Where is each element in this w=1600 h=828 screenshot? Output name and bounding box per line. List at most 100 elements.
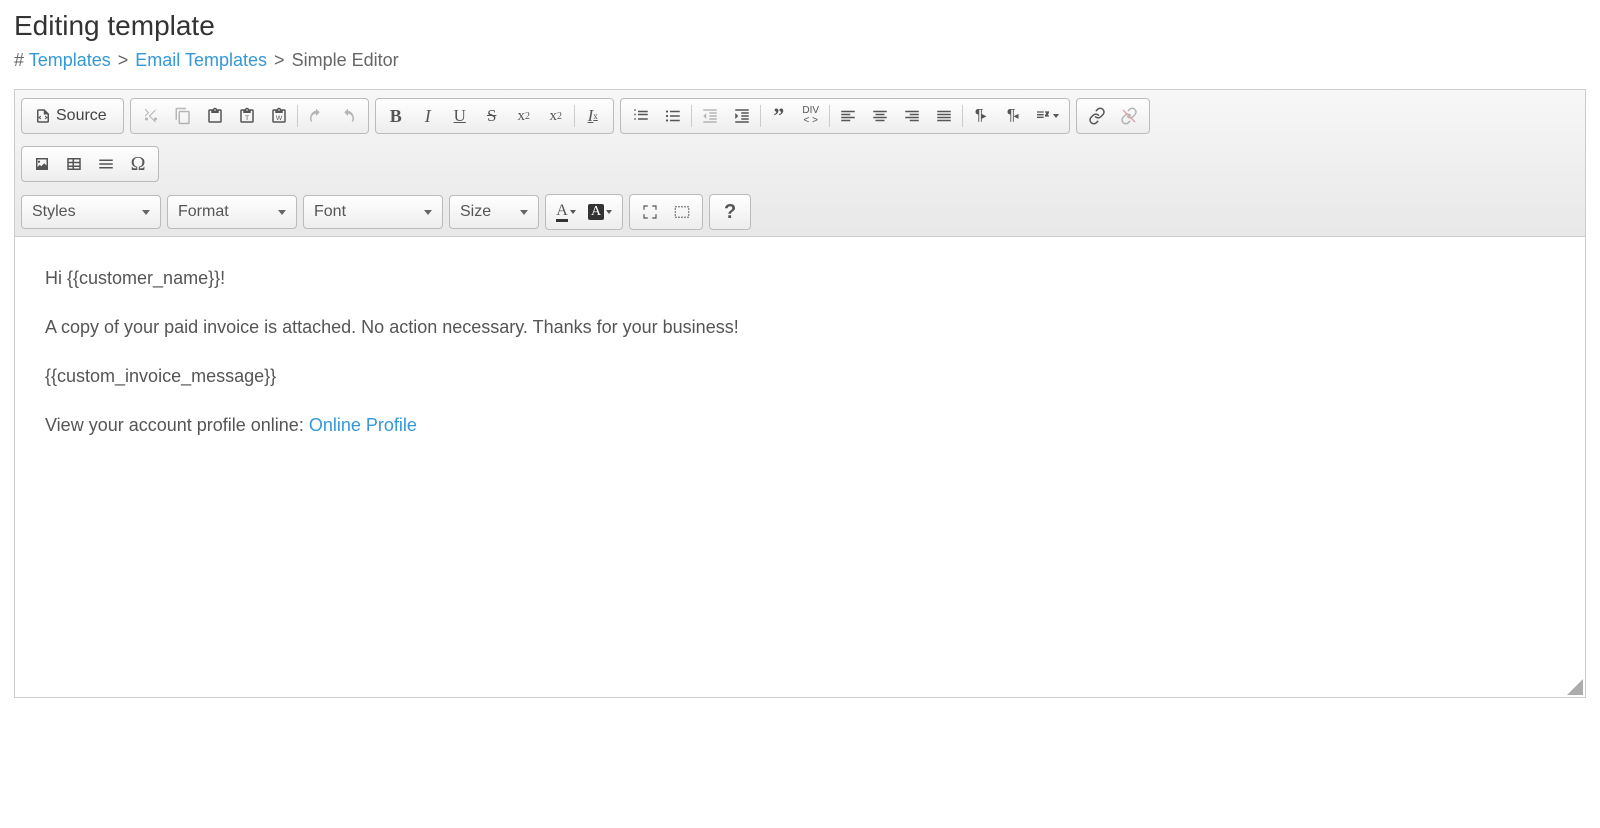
paste-button[interactable] — [199, 102, 231, 130]
image-icon — [33, 155, 51, 173]
caret-down-icon — [142, 210, 150, 215]
horizontal-rule-button[interactable] — [90, 150, 122, 178]
link-icon — [1088, 107, 1106, 125]
source-button[interactable]: Source — [26, 102, 119, 130]
subscript-button[interactable]: x2 — [508, 102, 540, 130]
ltr-button[interactable]: ¶▸ — [965, 102, 997, 130]
align-right-icon — [903, 107, 921, 125]
online-profile-link[interactable]: Online Profile — [309, 415, 417, 435]
italic-button[interactable]: I — [412, 102, 444, 130]
svg-text:W: W — [276, 115, 283, 122]
remove-format-button[interactable]: Ix — [577, 102, 609, 130]
show-blocks-icon — [673, 203, 691, 221]
align-center-icon — [871, 107, 889, 125]
breadcrumb-email-templates[interactable]: Email Templates — [135, 50, 267, 70]
group-text-format: B I U S x2 x2 Ix — [375, 98, 614, 134]
align-center-button[interactable] — [864, 102, 896, 130]
numbered-list-icon — [632, 107, 650, 125]
redo-icon — [339, 107, 357, 125]
separator — [829, 105, 830, 127]
source-label: Source — [52, 107, 111, 125]
bold-button[interactable]: B — [380, 102, 412, 130]
separator — [760, 105, 761, 127]
outdent-button[interactable] — [694, 102, 726, 130]
content-paragraph: View your account profile online: Online… — [45, 412, 1555, 439]
paste-word-icon: W — [270, 107, 288, 125]
editor-content-area[interactable]: Hi {{customer_name}}! A copy of your pai… — [15, 237, 1585, 697]
undo-button[interactable] — [300, 102, 332, 130]
language-button[interactable] — [1029, 102, 1065, 130]
copy-icon — [174, 107, 192, 125]
language-icon — [1035, 108, 1051, 124]
paste-word-button[interactable]: W — [263, 102, 295, 130]
align-justify-button[interactable] — [928, 102, 960, 130]
blockquote-button[interactable]: ” — [763, 102, 795, 130]
copy-button[interactable] — [167, 102, 199, 130]
caret-down-icon — [424, 210, 432, 215]
page-title: Editing template — [0, 0, 1600, 42]
format-label: Format — [178, 203, 229, 221]
hr-icon — [97, 155, 115, 173]
content-paragraph: {{custom_invoice_message}} — [45, 363, 1555, 390]
paste-icon — [206, 107, 224, 125]
breadcrumb: # Templates > Email Templates > Simple E… — [0, 42, 1600, 89]
bg-color-button[interactable]: A — [582, 198, 618, 226]
image-button[interactable] — [26, 150, 58, 178]
content-paragraph: A copy of your paid invoice is attached.… — [45, 314, 1555, 341]
group-paragraph: ” DIV< > ¶▸ ¶◂ — [620, 98, 1070, 134]
align-right-button[interactable] — [896, 102, 928, 130]
special-char-button[interactable]: Ω — [122, 150, 154, 178]
table-button[interactable] — [58, 150, 90, 178]
content-text: View your account profile online: — [45, 415, 309, 435]
group-links — [1076, 98, 1150, 134]
svg-text:T: T — [245, 115, 249, 122]
separator — [574, 105, 575, 127]
group-source: Source — [21, 98, 124, 134]
align-justify-icon — [935, 107, 953, 125]
format-dropdown[interactable]: Format — [167, 195, 297, 229]
redo-button[interactable] — [332, 102, 364, 130]
bullet-list-icon — [664, 107, 682, 125]
table-icon — [65, 155, 83, 173]
styles-dropdown[interactable]: Styles — [21, 195, 161, 229]
paste-text-button[interactable]: T — [231, 102, 263, 130]
numbered-list-button[interactable] — [625, 102, 657, 130]
caret-down-icon — [520, 210, 528, 215]
rtl-button[interactable]: ¶◂ — [997, 102, 1029, 130]
outdent-icon — [701, 107, 719, 125]
show-blocks-button[interactable] — [666, 198, 698, 226]
editor-container: Source T W B I U S x2 x2 Ix — [14, 89, 1586, 698]
unlink-button[interactable] — [1113, 102, 1145, 130]
group-tools — [629, 194, 703, 230]
maximize-button[interactable] — [634, 198, 666, 226]
editor-toolbar: Source T W B I U S x2 x2 Ix — [15, 90, 1585, 237]
breadcrumb-current: Simple Editor — [292, 50, 399, 70]
text-color-button[interactable]: A — [550, 198, 582, 226]
caret-down-icon — [606, 210, 612, 214]
indent-button[interactable] — [726, 102, 758, 130]
source-icon — [34, 107, 52, 125]
resize-handle[interactable] — [1567, 679, 1583, 695]
underline-button[interactable]: U — [444, 102, 476, 130]
font-label: Font — [314, 203, 346, 221]
font-dropdown[interactable]: Font — [303, 195, 443, 229]
help-button[interactable]: ? — [714, 198, 746, 226]
superscript-button[interactable]: x2 — [540, 102, 572, 130]
breadcrumb-templates[interactable]: Templates — [29, 50, 111, 70]
div-container-button[interactable]: DIV< > — [795, 102, 827, 130]
group-clipboard: T W — [130, 98, 369, 134]
indent-icon — [733, 107, 751, 125]
separator — [691, 105, 692, 127]
styles-label: Styles — [32, 203, 76, 221]
breadcrumb-sep: > — [272, 50, 287, 70]
separator — [962, 105, 963, 127]
undo-icon — [307, 107, 325, 125]
caret-down-icon — [1053, 114, 1059, 118]
cut-button[interactable] — [135, 102, 167, 130]
align-left-button[interactable] — [832, 102, 864, 130]
size-dropdown[interactable]: Size — [449, 195, 539, 229]
group-help: ? — [709, 194, 751, 230]
link-button[interactable] — [1081, 102, 1113, 130]
strike-button[interactable]: S — [476, 102, 508, 130]
bullet-list-button[interactable] — [657, 102, 689, 130]
